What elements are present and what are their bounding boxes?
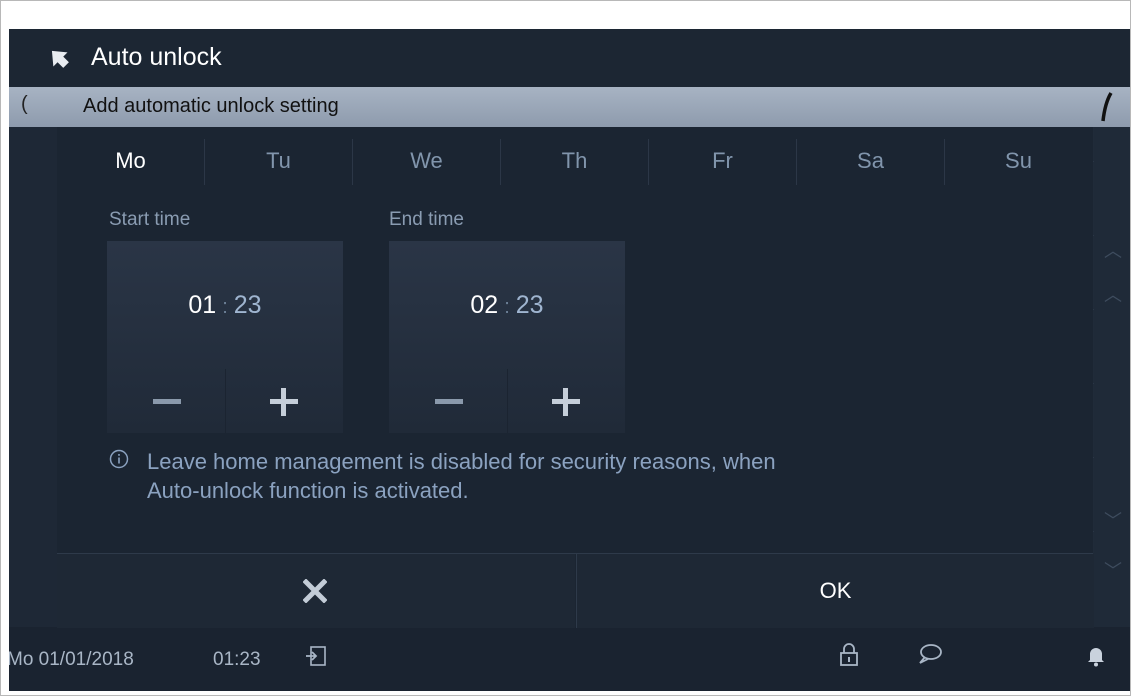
info-line: Auto-unlock function is activated. xyxy=(147,478,469,503)
back-arrow-icon[interactable] xyxy=(47,46,71,70)
weekday-selector: Mo Tu We Th Fr Sa Su xyxy=(57,129,1093,193)
start-time-picker: 01:23 xyxy=(107,241,343,433)
start-increase-button[interactable] xyxy=(226,369,343,433)
end-time-label: End time xyxy=(389,209,464,230)
day-th[interactable]: Th xyxy=(501,129,648,193)
start-time-value: 01:23 xyxy=(188,291,262,319)
device-screen: Auto unlock ︿ ︿ ﹀ ﹀ ( Add automatic unlo… xyxy=(9,29,1130,691)
dialog-header: ( Add automatic unlock setting xyxy=(9,87,1130,127)
info-line: Leave home management is disabled for se… xyxy=(147,449,776,474)
status-date: Mo 01/01/2018 xyxy=(9,649,134,670)
status-time: 01:23 xyxy=(213,649,261,670)
end-time-value: 02:23 xyxy=(470,291,544,319)
info-message: Leave home management is disabled for se… xyxy=(147,447,967,505)
background-left-strip xyxy=(9,87,57,627)
window-frame: Auto unlock ︿ ︿ ﹀ ﹀ ( Add automatic unlo… xyxy=(0,0,1131,696)
dialog-title: Add automatic unlock setting xyxy=(83,95,339,117)
chevron-down-icon: ﹀ xyxy=(1104,561,1122,581)
end-stepper xyxy=(389,369,625,433)
ok-button-label: OK xyxy=(819,578,852,603)
page-title: Auto unlock xyxy=(91,43,222,71)
end-time-picker: 02:23 xyxy=(389,241,625,433)
end-hour[interactable]: 02 xyxy=(470,291,498,319)
cancel-button[interactable] xyxy=(57,554,575,628)
day-sa[interactable]: Sa xyxy=(797,129,944,193)
start-minute[interactable]: 23 xyxy=(234,291,262,319)
info-icon xyxy=(109,449,129,469)
end-increase-button[interactable] xyxy=(508,369,625,433)
minus-icon xyxy=(435,399,463,404)
day-we[interactable]: We xyxy=(353,129,500,193)
message-icon[interactable] xyxy=(917,643,943,665)
start-decrease-button[interactable] xyxy=(107,369,224,433)
chevron-up-icon: ︿ xyxy=(1104,241,1122,261)
dialog-footer: OK xyxy=(57,553,1094,628)
start-hour[interactable]: 01 xyxy=(188,291,216,319)
ok-button[interactable]: OK xyxy=(576,554,1094,628)
background-right-strip: ︿ ︿ ﹀ ﹀ xyxy=(1094,87,1130,627)
chevron-up-icon: ︿ xyxy=(1104,285,1122,305)
lock-icon[interactable] xyxy=(839,643,859,667)
bell-icon[interactable] xyxy=(1087,645,1105,667)
day-fr[interactable]: Fr xyxy=(649,129,796,193)
chevron-down-icon: ﹀ xyxy=(1104,511,1122,531)
day-su[interactable]: Su xyxy=(945,129,1092,193)
edit-stroke-icon xyxy=(1101,92,1113,122)
start-time-label: Start time xyxy=(109,209,191,230)
day-tu[interactable]: Tu xyxy=(205,129,352,193)
top-bar: Auto unlock xyxy=(9,29,1130,87)
partial-text: ( xyxy=(21,93,28,115)
close-icon xyxy=(303,579,327,603)
end-decrease-button[interactable] xyxy=(389,369,506,433)
end-minute[interactable]: 23 xyxy=(516,291,544,319)
leave-home-icon[interactable] xyxy=(305,645,327,667)
start-stepper xyxy=(107,369,343,433)
minus-icon xyxy=(153,399,181,404)
add-setting-dialog: ( Add automatic unlock setting Mo Tu We … xyxy=(9,87,1130,628)
status-bar: Mo 01/01/2018 01:23 xyxy=(9,629,1130,691)
day-mo[interactable]: Mo xyxy=(57,129,204,193)
